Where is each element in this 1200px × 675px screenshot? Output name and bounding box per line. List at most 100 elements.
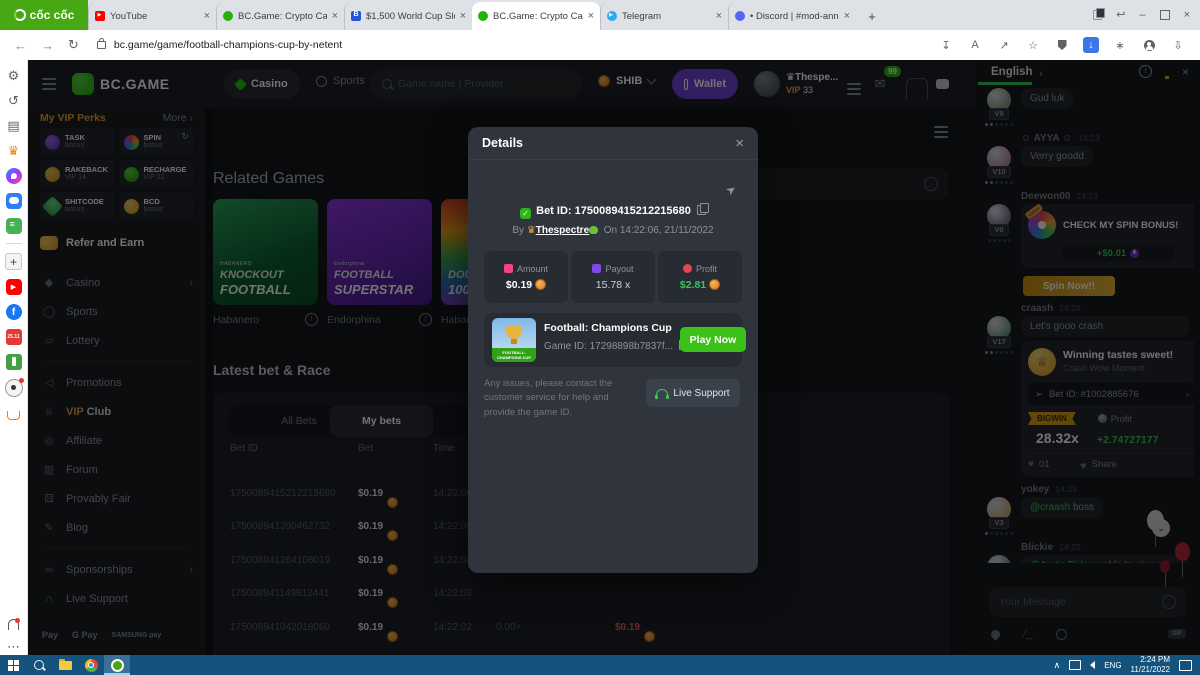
- bcgame-favicon-icon: [223, 11, 233, 21]
- frog-icon: [589, 226, 599, 234]
- crown-icon: ♛: [526, 225, 536, 236]
- browser-tab-bar: cốc cốc YouTube×BC.Game: Crypto Casino G…: [0, 0, 1200, 30]
- bcgame-page: BC.GAME Casino Sports Game name | Provid…: [28, 60, 1200, 655]
- support-note: Any issues, please contact the customer …: [484, 378, 613, 418]
- bcgame-favicon-icon: [478, 11, 488, 21]
- battery-icon[interactable]: [5, 354, 22, 370]
- notification-bell-icon[interactable]: [8, 618, 20, 630]
- youtube-shortcut-icon[interactable]: ▶: [5, 279, 22, 295]
- reading-list-icon[interactable]: ▤: [6, 118, 22, 134]
- tab-search-icon[interactable]: [1093, 8, 1106, 20]
- tab-close-icon[interactable]: ×: [332, 10, 338, 22]
- shib-coin-icon: [709, 278, 721, 290]
- bet-user-link[interactable]: Thespectre: [536, 225, 589, 236]
- copy-icon[interactable]: [696, 203, 709, 215]
- calendar-icon[interactable]: 25.11: [5, 329, 22, 345]
- taskbar-search-icon[interactable]: [26, 655, 52, 675]
- lock-icon[interactable]: [96, 38, 106, 49]
- tab-close-icon[interactable]: ×: [460, 10, 466, 22]
- stat-payout: Payout 15.78 x: [571, 251, 655, 303]
- chat-app-icon[interactable]: [5, 193, 22, 209]
- tray-expand-icon[interactable]: ∧: [1054, 660, 1061, 671]
- browser-logo[interactable]: cốc cốc: [0, 0, 88, 30]
- facebook-shortcut-icon[interactable]: f: [5, 304, 22, 320]
- bet-details-modal: Details × ➤ ✓ Bet ID: 1750089415212215680…: [468, 127, 758, 573]
- reload-icon[interactable]: ↻: [68, 37, 79, 53]
- stat-value: $0.19: [506, 278, 547, 291]
- start-button[interactable]: [0, 655, 26, 675]
- game-center-icon[interactable]: [5, 218, 22, 234]
- share-icon[interactable]: ↗: [996, 37, 1012, 53]
- tab-close-icon[interactable]: ×: [844, 10, 850, 22]
- taskbar-clock[interactable]: 2:24 PM 11/21/2022: [1131, 655, 1170, 675]
- shield-icon[interactable]: [1054, 37, 1070, 53]
- settings-icon[interactable]: ⚙: [6, 68, 22, 84]
- browser-side-strip: ⚙ ↺ ▤ ♛ + ▶ f 25.11 ⋯: [0, 60, 28, 655]
- tab-title: BC.Game: Crypto Casino Gam: [238, 10, 327, 22]
- window-controls: ↩ – ×: [1087, 0, 1200, 30]
- forward-icon[interactable]: →: [41, 38, 54, 53]
- tab-close-icon[interactable]: ×: [588, 10, 594, 22]
- bookmark-star-icon[interactable]: ☆: [1025, 37, 1041, 53]
- url-text[interactable]: bc.game/game/football-champions-cup-by-n…: [114, 39, 938, 51]
- windows-taskbar: ∧ ENG 2:24 PM 11/21/2022: [0, 655, 1200, 675]
- tab-close-icon[interactable]: ×: [716, 10, 722, 22]
- live-support-button[interactable]: Live Support: [646, 379, 740, 407]
- download-tray-icon[interactable]: ⇩: [1170, 37, 1186, 53]
- shopping-cart-icon[interactable]: [7, 411, 20, 420]
- modal-close-icon[interactable]: ×: [735, 135, 744, 152]
- extensions-icon[interactable]: ∗: [1112, 37, 1128, 53]
- minimize-button[interactable]: –: [1139, 9, 1145, 21]
- new-tab-button[interactable]: +: [862, 6, 882, 26]
- browser-tab[interactable]: BC.Game: Crypto Casino Gam ×: [472, 2, 600, 30]
- volume-icon[interactable]: [1090, 661, 1096, 669]
- tab-title: Telegram: [622, 10, 662, 22]
- coccoc-taskbar-icon[interactable]: [104, 655, 130, 675]
- tab-title: BC.Game: Crypto Casino Gam: [493, 10, 583, 22]
- game-thumbnail[interactable]: FOOTBALL: CHAMPIONS CUP: [492, 318, 536, 362]
- tab-title: YouTube: [110, 10, 148, 22]
- address-bar: ← → ↻ bc.game/game/football-champions-cu…: [0, 30, 1200, 60]
- language-indicator[interactable]: ENG: [1104, 661, 1121, 670]
- close-window-button[interactable]: ×: [1184, 9, 1190, 21]
- browser-tab[interactable]: $1,500 World Cup Slot Challe ×: [344, 2, 472, 30]
- stat-label: Profit: [682, 264, 717, 274]
- browser-tab[interactable]: • Discord | #mod-announc ×: [728, 2, 856, 30]
- stat-profit: Profit $2.81: [658, 251, 742, 303]
- stat-label: Payout: [592, 264, 634, 274]
- modal-header: Details ×: [468, 127, 758, 160]
- restore-session-icon[interactable]: ↩: [1116, 9, 1125, 21]
- browser-tab[interactable]: BC.Game: Crypto Casino Gam ×: [216, 2, 344, 30]
- game-card: FOOTBALL: CHAMPIONS CUP Football: Champi…: [484, 313, 746, 367]
- bet-id-row: ✓ Bet ID: 1750089415212215680: [468, 203, 758, 219]
- save-page-icon[interactable]: ↧: [938, 37, 954, 53]
- browser-tab[interactable]: Telegram ×: [600, 2, 728, 30]
- tab-close-icon[interactable]: ×: [204, 10, 210, 22]
- sports-ball-icon[interactable]: [4, 378, 24, 397]
- browser-brand-label: cốc cốc: [29, 8, 75, 22]
- network-icon[interactable]: [1069, 660, 1082, 670]
- bcforum-favicon-icon: [351, 11, 361, 21]
- headset-icon: [655, 389, 670, 399]
- play-now-button[interactable]: Play Now: [680, 327, 746, 352]
- trophy-icon: [506, 326, 522, 344]
- chrome-icon[interactable]: [78, 655, 104, 675]
- translate-icon[interactable]: A: [967, 37, 983, 53]
- back-icon[interactable]: ←: [14, 38, 27, 53]
- history-icon[interactable]: ↺: [6, 93, 22, 109]
- more-icon[interactable]: ⋯: [6, 639, 22, 655]
- maximize-button[interactable]: [1159, 10, 1170, 20]
- browser-tab[interactable]: YouTube ×: [88, 2, 216, 30]
- bet-meta-row: By ♛Thespectre On 14:22:06, 21/11/2022: [512, 225, 714, 236]
- messenger-icon[interactable]: [5, 168, 22, 184]
- action-center-icon[interactable]: [1179, 659, 1192, 671]
- file-explorer-icon[interactable]: [52, 655, 78, 675]
- payout-icon: [592, 264, 602, 273]
- hot-crown-icon[interactable]: ♛: [6, 143, 22, 159]
- profile-icon[interactable]: [1141, 37, 1157, 53]
- add-shortcut-icon[interactable]: +: [5, 253, 22, 270]
- bet-stats-row: Amount $0.19 Payout 15.78 x Profit $2.81: [484, 251, 742, 303]
- downloads-icon[interactable]: ↓: [1083, 37, 1099, 53]
- youtube-favicon-icon: [95, 11, 105, 21]
- share-icon[interactable]: ➤: [723, 181, 739, 198]
